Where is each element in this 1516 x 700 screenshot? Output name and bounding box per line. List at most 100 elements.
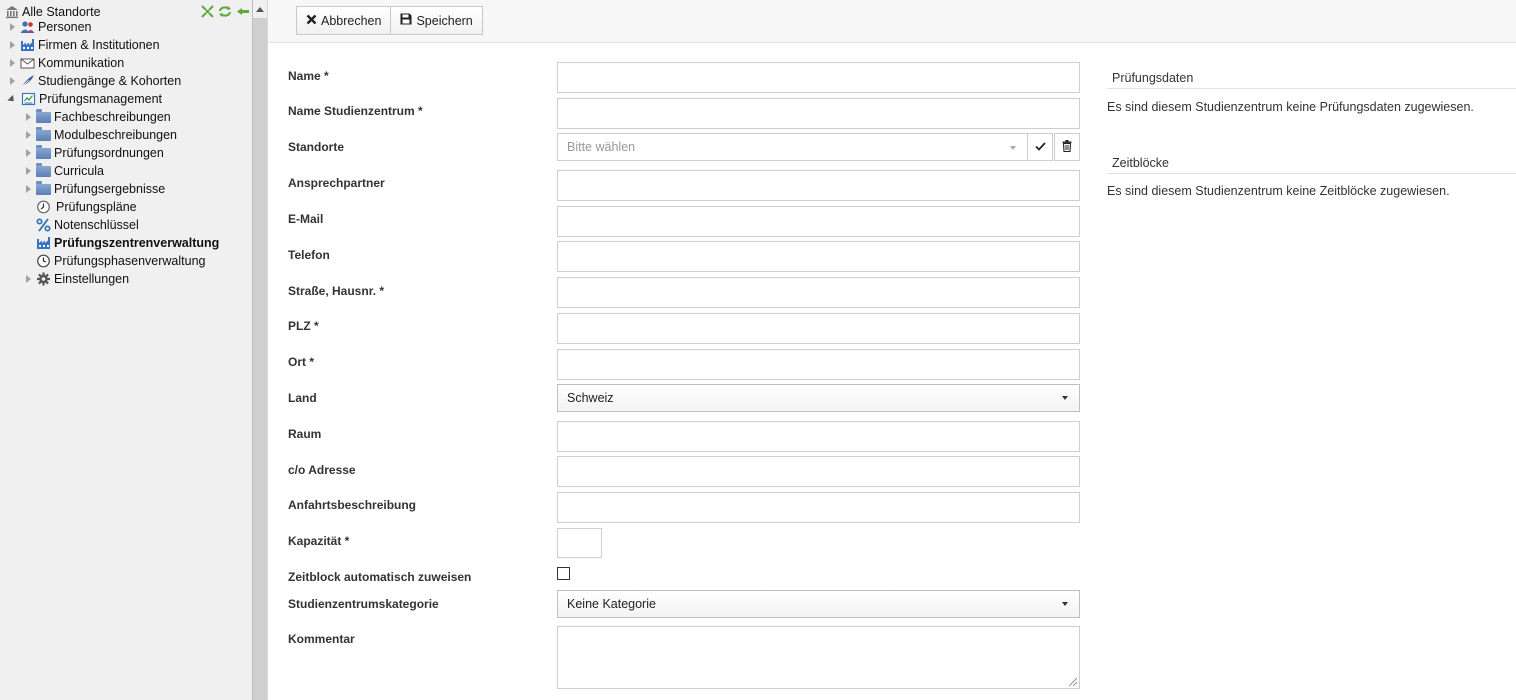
clock-icon <box>36 200 51 214</box>
sidebar-item-label: Prüfungsordnungen <box>54 146 164 160</box>
tree-root-label: Alle Standorte <box>22 5 101 19</box>
co-adresse-input[interactable] <box>557 456 1080 487</box>
standorte-placeholder: Bitte wählen <box>567 140 636 154</box>
collapse-sidebar-icon[interactable] <box>236 5 250 18</box>
zeitblock-auto-label: Zeitblock automatisch zuweisen <box>288 570 472 584</box>
folder-icon <box>36 144 51 160</box>
folder-icon <box>36 126 51 142</box>
anfahrt-input[interactable] <box>557 492 1080 523</box>
expander-icon[interactable] <box>8 23 17 32</box>
sidebar: Alle Standorte Personen Firmen & Institu… <box>0 0 252 700</box>
sidebar-item-label: Einstellungen <box>54 272 130 286</box>
sidebar-item-pruefungsphasenverwaltung[interactable]: Prüfungsphasenverwaltung <box>24 252 206 270</box>
save-button-label: Speichern <box>416 13 473 28</box>
raum-input[interactable] <box>557 421 1080 452</box>
sidebar-item-notenschluessel[interactable]: Notenschlüssel <box>24 216 139 234</box>
expander-icon[interactable] <box>7 95 16 104</box>
feather-icon <box>20 74 35 88</box>
sidebar-item-firmen[interactable]: Firmen & Institutionen <box>8 36 160 54</box>
email-input[interactable] <box>557 206 1080 237</box>
chevron-down-icon <box>1062 396 1068 400</box>
sidebar-item-studiengaenge[interactable]: Studiengänge & Kohorten <box>8 72 181 90</box>
standorte-select[interactable]: Bitte wählen <box>557 133 1028 161</box>
cancel-button-label: Abbrechen <box>321 13 382 28</box>
sidebar-item-kommunikation[interactable]: Kommunikation <box>8 54 124 72</box>
expander-icon[interactable] <box>24 131 33 140</box>
zeitblock-auto-checkbox[interactable] <box>557 567 570 580</box>
ort-label: Ort * <box>288 355 315 369</box>
name-studienzentrum-input[interactable] <box>557 98 1080 129</box>
expander-icon[interactable] <box>8 77 17 86</box>
folder-icon <box>36 162 51 178</box>
kapazitaet-input[interactable] <box>557 528 602 558</box>
zeitbloecke-heading: Zeitblöcke <box>1107 152 1516 174</box>
anfahrt-label: Anfahrtsbeschreibung <box>288 498 417 512</box>
telefon-input[interactable] <box>557 241 1080 272</box>
envelope-icon <box>20 56 35 70</box>
kategorie-select[interactable]: Keine Kategorie <box>557 590 1080 618</box>
scroll-up-icon[interactable] <box>253 0 267 18</box>
expander-icon[interactable] <box>24 149 33 158</box>
tree-tools <box>200 5 250 18</box>
plz-input[interactable] <box>557 313 1080 344</box>
sidebar-item-pruefungszentrenverwaltung[interactable]: Prüfungszentrenverwaltung <box>24 234 219 252</box>
sidebar-scrollbar[interactable] <box>252 0 268 700</box>
sidebar-item-einstellungen[interactable]: Einstellungen <box>24 270 129 288</box>
expander-icon[interactable] <box>24 167 33 176</box>
name-input[interactable] <box>557 62 1080 93</box>
sidebar-item-label: Fachbeschreibungen <box>54 110 171 124</box>
land-label: Land <box>288 391 317 405</box>
sidebar-item-fachbeschreibungen[interactable]: Fachbeschreibungen <box>24 108 171 126</box>
building-icon <box>4 5 19 19</box>
sidebar-item-pruefungsergebnisse[interactable]: Prüfungsergebnisse <box>24 180 165 198</box>
ansprechpartner-input[interactable] <box>557 170 1080 201</box>
expand-all-icon[interactable] <box>200 5 214 18</box>
sidebar-item-pruefungsordnungen[interactable]: Prüfungsordnungen <box>24 144 164 162</box>
checkmark-icon <box>1034 140 1046 154</box>
chevron-down-icon <box>1010 146 1016 150</box>
sidebar-item-pruefungsplaene[interactable]: Prüfungspläne <box>24 198 137 216</box>
refresh-icon[interactable] <box>218 5 232 18</box>
percent-icon <box>36 218 51 232</box>
land-select[interactable]: Schweiz <box>557 384 1080 412</box>
folder-icon <box>36 180 51 196</box>
expander-icon[interactable] <box>8 59 17 68</box>
kapazitaet-label: Kapazität * <box>288 534 350 548</box>
raum-label: Raum <box>288 427 322 441</box>
ort-input[interactable] <box>557 349 1080 380</box>
expander-icon[interactable] <box>24 113 33 122</box>
pruefungsdaten-heading: Prüfungsdaten <box>1107 67 1516 89</box>
persons-icon <box>20 20 35 34</box>
expander-icon[interactable] <box>24 275 33 284</box>
name-studienzentrum-label: Name Studienzentrum * <box>288 104 423 118</box>
telefon-label: Telefon <box>288 248 330 262</box>
sidebar-item-pruefungsmanagement[interactable]: Prüfungsmanagement <box>6 90 162 108</box>
sidebar-item-modulbeschreibungen[interactable]: Modulbeschreibungen <box>24 126 177 144</box>
factory-icon <box>36 236 51 250</box>
kategorie-value: Keine Kategorie <box>567 597 656 611</box>
clear-selection-button[interactable] <box>1054 133 1080 161</box>
sidebar-item-label: Prüfungsphasenverwaltung <box>54 254 206 268</box>
sidebar-item-label: Prüfungszentrenverwaltung <box>54 236 220 250</box>
expander-icon[interactable] <box>24 185 33 194</box>
save-button[interactable]: Speichern <box>390 7 482 34</box>
sidebar-item-personen[interactable]: Personen <box>8 18 92 36</box>
toolbar-button-group: Abbrechen Speichern <box>296 6 483 35</box>
sidebar-item-label: Prüfungsergebnisse <box>54 182 166 196</box>
resize-grip-icon[interactable] <box>1069 678 1077 686</box>
kommentar-textarea[interactable] <box>557 626 1080 689</box>
strasse-label: Straße, Hausnr. * <box>288 284 385 298</box>
strasse-input[interactable] <box>557 277 1080 308</box>
chevron-down-icon <box>1062 602 1068 606</box>
sidebar-item-label: Curricula <box>54 164 105 178</box>
kommentar-label: Kommentar <box>288 632 355 646</box>
select-all-button[interactable] <box>1027 133 1053 161</box>
pruefungsdaten-empty-text: Es sind diesem Studienzentrum keine Prüf… <box>1107 100 1474 114</box>
clock-icon <box>36 254 51 268</box>
factory-icon <box>20 38 35 52</box>
trash-icon <box>1062 139 1072 155</box>
expander-icon[interactable] <box>8 41 17 50</box>
cancel-button[interactable]: Abbrechen <box>297 7 391 34</box>
zeitbloecke-empty-text: Es sind diesem Studienzentrum keine Zeit… <box>1107 184 1450 198</box>
sidebar-item-curricula[interactable]: Curricula <box>24 162 104 180</box>
